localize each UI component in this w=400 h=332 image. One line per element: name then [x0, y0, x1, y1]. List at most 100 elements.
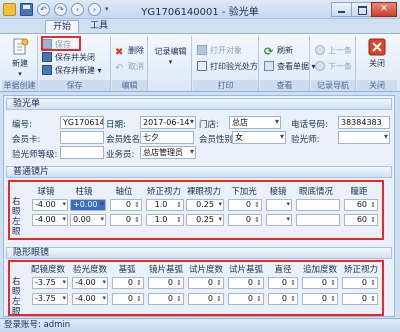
member-name-field[interactable]: 七夕 [140, 131, 194, 144]
optometrist-label: 验光师: [291, 135, 320, 145]
contact-right-eye-label: 右眼 [12, 277, 21, 297]
up-arrow-icon [315, 45, 325, 55]
close-window-button[interactable]: ✕ [371, 2, 397, 17]
right-extra-power-stepper[interactable]: 0 [302, 277, 338, 289]
tab-start[interactable]: 开始 [45, 20, 79, 34]
optometrist-level-field[interactable] [60, 146, 104, 159]
salesperson-select[interactable]: 总店管理员 [140, 146, 196, 159]
right-trial-power-stepper[interactable]: 0 [188, 277, 224, 289]
right-opt-power-select[interactable]: -4.00 [72, 277, 108, 289]
save-close-icon [42, 52, 52, 62]
group-create: 新建 ▾ 单据创建 [2, 36, 38, 91]
right-trial-bc-stepper[interactable]: 0 [228, 277, 264, 289]
level-label: 验光师等级: [12, 150, 58, 160]
cancel-button[interactable]: ↶ 取消 [115, 60, 144, 74]
group-edit-label: 编辑 [112, 80, 147, 91]
tab-tools[interactable]: 工具 [84, 20, 114, 34]
left-axis-stepper[interactable]: 0 [110, 214, 142, 226]
status-bar: 登录账号: admin [0, 318, 400, 332]
maximize-button[interactable] [351, 2, 371, 17]
save-new-button[interactable]: 保存并新建 ▾ [42, 64, 102, 77]
section-optometry-header: 验光单 [6, 98, 392, 110]
left-sph-select[interactable]: -4.00 [32, 214, 68, 226]
col-fit-power: 配镜度数 [30, 265, 65, 275]
group-nav: 上一条 下一条 记录导航 [311, 36, 356, 91]
right-cyl-select[interactable]: +0.00 [70, 199, 106, 211]
gender-select[interactable]: 女 [232, 131, 286, 144]
print-prescription-button[interactable]: 打印验光处方 [197, 60, 258, 73]
group-print: 打开对象 打印验光处方 打印 [193, 36, 259, 91]
refresh-button[interactable]: ⟳ 刷新 [264, 44, 293, 57]
delete-icon: ✖ [115, 47, 124, 58]
right-sph-select[interactable]: -4.00 [32, 199, 68, 211]
record-edit-button[interactable]: 记录编辑 ▾ [150, 46, 191, 66]
left-lens-bc-stepper[interactable]: 0 [148, 293, 184, 305]
left-contact-va-stepper[interactable]: 0 [342, 293, 378, 305]
right-eye-label: 右眼 [12, 197, 21, 217]
col-cyl: 柱镜 [75, 187, 93, 197]
undo-icon: ↶ [115, 63, 124, 74]
phone-field[interactable]: 38384383 [338, 116, 390, 129]
view-document-icon [264, 61, 274, 71]
right-fit-power-select[interactable]: -3.75 [32, 277, 68, 289]
left-va-stepper[interactable]: 1.0 [146, 214, 184, 226]
save-close-button[interactable]: 保存并关闭 [42, 51, 95, 64]
open-object-button[interactable]: 打开对象 [197, 44, 242, 57]
right-fundus-field[interactable] [296, 199, 340, 211]
col-axis: 轴位 [115, 187, 133, 197]
right-lens-bc-stepper[interactable]: 0 [148, 277, 184, 289]
left-trial-power-stepper[interactable]: 0 [188, 293, 224, 305]
new-doc-icon [13, 38, 29, 55]
name-label: 会员姓名: [106, 135, 143, 145]
refresh-icon: ⟳ [264, 45, 274, 58]
left-trial-bc-stepper[interactable]: 0 [228, 293, 264, 305]
date-field[interactable]: 2017-06-14 [140, 116, 196, 129]
ribbon-tabs: 开始 工具 [0, 19, 400, 34]
minimize-button[interactable] [331, 2, 351, 17]
right-axis-stepper[interactable]: 0 [110, 199, 142, 211]
col-extra-power: 追加度数 [302, 265, 337, 275]
section-glasses-header: 普通镜片 [6, 166, 392, 178]
col-lens-bc: 镜片基弧 [148, 265, 183, 275]
left-cyl-select[interactable]: 0.00 [70, 214, 106, 226]
gender-label: 会员性别: [199, 135, 236, 145]
left-opt-power-select[interactable]: -4.00 [72, 293, 108, 305]
group-save-label: 保存 [39, 80, 110, 91]
right-bc-stepper[interactable]: 0 [112, 277, 144, 289]
col-diameter: 直径 [274, 265, 292, 275]
new-button[interactable]: 新建 ▾ [4, 38, 36, 78]
prev-record-button[interactable]: 上一条 [315, 44, 352, 57]
left-extra-power-stepper[interactable]: 0 [302, 293, 338, 305]
left-pd-stepper[interactable]: 60 [344, 214, 378, 226]
section-contact-header: 隐形眼镜 [6, 247, 392, 259]
col-trial-power: 试片度数 [188, 265, 223, 275]
right-prism-select[interactable] [266, 199, 292, 211]
left-diameter-stepper[interactable]: 0 [268, 293, 298, 305]
left-prism-select[interactable] [266, 214, 292, 226]
close-button[interactable]: 关闭 [361, 38, 393, 69]
view-document-button[interactable]: 查看单据 ▾ [264, 60, 316, 73]
right-diameter-stepper[interactable]: 0 [268, 277, 298, 289]
save-highlight-box [41, 36, 81, 51]
code-field[interactable]: YG1706140 [60, 116, 104, 129]
group-view-label: 查看 [260, 80, 309, 91]
store-select[interactable]: 总店 [229, 116, 281, 129]
optometrist-select[interactable] [338, 131, 390, 144]
right-pd-stepper[interactable]: 60 [344, 199, 378, 211]
right-va-stepper[interactable]: 1.0 [146, 199, 184, 211]
group-nav-label: 记录导航 [311, 80, 355, 91]
open-object-icon [197, 45, 207, 55]
left-naked-select[interactable]: 0.25 [186, 214, 224, 226]
next-record-button[interactable]: 下一条 [315, 60, 352, 73]
left-bc-stepper[interactable]: 0 [112, 293, 144, 305]
left-fit-power-select[interactable]: -3.75 [32, 293, 68, 305]
left-add-stepper[interactable]: 0 [228, 214, 262, 226]
delete-button[interactable]: ✖ 删除 [115, 44, 144, 58]
card-field[interactable] [60, 131, 104, 144]
left-fundus-field[interactable] [296, 214, 340, 226]
right-naked-select[interactable]: 0.25 [186, 199, 224, 211]
col-contact-va: 矫正视力 [343, 265, 378, 275]
right-add-stepper[interactable]: 0 [228, 199, 262, 211]
right-contact-va-stepper[interactable]: 0 [342, 277, 378, 289]
col-add: 下加光 [231, 187, 257, 197]
